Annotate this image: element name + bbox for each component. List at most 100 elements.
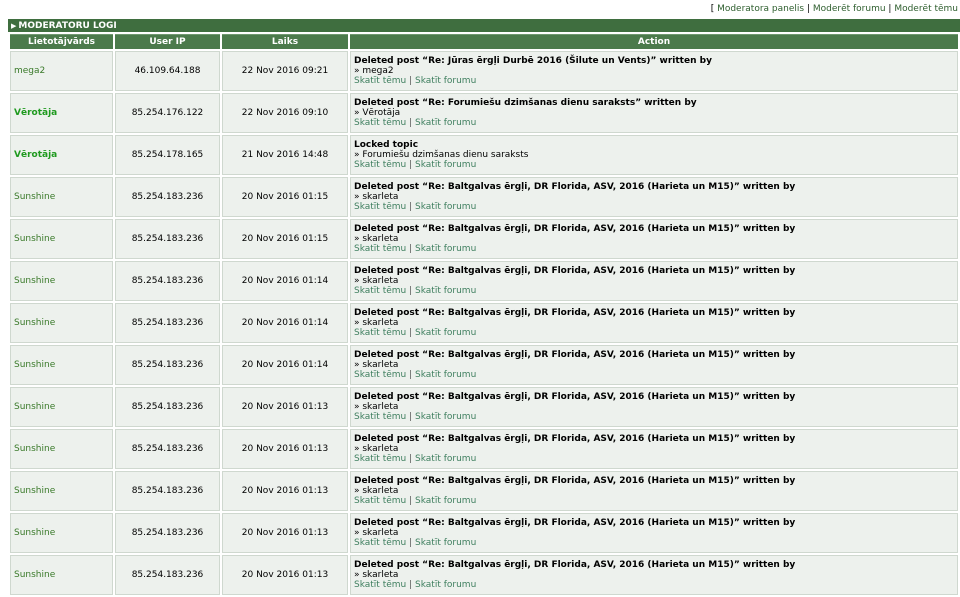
- row-username[interactable]: Sunshine: [10, 513, 113, 553]
- moderate-topic-link[interactable]: Moderēt tēmu: [894, 4, 958, 14]
- row-username[interactable]: mega2: [10, 51, 113, 91]
- action-detail: » skarleta: [354, 234, 399, 244]
- view-forum-link[interactable]: Skatīt forumu: [415, 496, 476, 506]
- row-username[interactable]: Sunshine: [10, 345, 113, 385]
- action-description: Locked topic: [354, 140, 419, 150]
- row-action: Deleted post “Re: Baltgalvas ērgļi, DR F…: [350, 345, 958, 385]
- view-forum-link[interactable]: Skatīt forumu: [415, 328, 476, 338]
- action-description: Deleted post “Re: Baltgalvas ērgļi, DR F…: [354, 182, 796, 192]
- row-user-ip: 85.254.183.236: [115, 303, 220, 343]
- column-header-username[interactable]: Lietotājvārds: [10, 34, 113, 49]
- row-time: 21 Nov 2016 14:48: [222, 135, 348, 175]
- action-links: Skatīt tēmu | Skatīt forumu: [354, 328, 954, 338]
- row-action: Deleted post “Re: Baltgalvas ērgļi, DR F…: [350, 471, 958, 511]
- row-username[interactable]: Sunshine: [10, 429, 113, 469]
- row-username[interactable]: Sunshine: [10, 387, 113, 427]
- row-username[interactable]: Sunshine: [10, 471, 113, 511]
- row-action: Deleted post “Re: Baltgalvas ērgļi, DR F…: [350, 177, 958, 217]
- table-row: Sunshine 85.254.183.236 20 Nov 2016 01:14 D…: [10, 303, 958, 343]
- link-separator: |: [406, 454, 416, 464]
- view-topic-link[interactable]: Skatīt tēmu: [354, 538, 406, 548]
- row-action: Deleted post “Re: Baltgalvas ērgļi, DR F…: [350, 513, 958, 553]
- action-links: Skatīt tēmu | Skatīt forumu: [354, 580, 954, 590]
- view-forum-link[interactable]: Skatīt forumu: [415, 412, 476, 422]
- row-time: 20 Nov 2016 01:15: [222, 219, 348, 259]
- row-username[interactable]: Sunshine: [10, 555, 113, 595]
- moderate-forum-link[interactable]: Moderēt forumu: [813, 4, 886, 14]
- link-separator: |: [406, 370, 416, 380]
- view-topic-link[interactable]: Skatīt tēmu: [354, 202, 406, 212]
- column-header-action[interactable]: Action: [350, 34, 958, 49]
- row-username[interactable]: Sunshine: [10, 219, 113, 259]
- view-forum-link[interactable]: Skatīt forumu: [415, 118, 476, 128]
- moderator-panel-link[interactable]: Moderatora panelis: [717, 4, 804, 14]
- view-forum-link[interactable]: Skatīt forumu: [415, 160, 476, 170]
- row-time: 20 Nov 2016 01:15: [222, 177, 348, 217]
- view-forum-link[interactable]: Skatīt forumu: [415, 454, 476, 464]
- section-title: MODERATORU LOGI: [18, 21, 117, 31]
- row-username[interactable]: Vērotāja: [10, 93, 113, 133]
- action-description: Deleted post “Re: Baltgalvas ērgļi, DR F…: [354, 560, 796, 570]
- action-description: Deleted post “Re: Baltgalvas ērgļi, DR F…: [354, 518, 796, 528]
- row-time: 22 Nov 2016 09:21: [222, 51, 348, 91]
- view-topic-link[interactable]: Skatīt tēmu: [354, 370, 406, 380]
- row-action: Deleted post “Re: Baltgalvas ērgļi, DR F…: [350, 555, 958, 595]
- action-description: Deleted post “Re: Baltgalvas ērgļi, DR F…: [354, 476, 796, 486]
- view-topic-link[interactable]: Skatīt tēmu: [354, 76, 406, 86]
- table-row: Sunshine 85.254.183.236 20 Nov 2016 01:15 D…: [10, 177, 958, 217]
- view-forum-link[interactable]: Skatīt forumu: [415, 580, 476, 590]
- action-description: Deleted post “Re: Baltgalvas ērgļi, DR F…: [354, 308, 796, 318]
- table-row: Sunshine 85.254.183.236 20 Nov 2016 01:14 D…: [10, 261, 958, 301]
- row-time: 20 Nov 2016 01:14: [222, 261, 348, 301]
- view-forum-link[interactable]: Skatīt forumu: [415, 286, 476, 296]
- view-topic-link[interactable]: Skatīt tēmu: [354, 454, 406, 464]
- row-time: 22 Nov 2016 09:10: [222, 93, 348, 133]
- moderator-nav: [ Moderatora panelis | Moderēt forumu | …: [0, 0, 960, 19]
- view-forum-link[interactable]: Skatīt forumu: [415, 244, 476, 254]
- view-forum-link[interactable]: Skatīt forumu: [415, 538, 476, 548]
- column-header-time[interactable]: Laiks: [222, 34, 348, 49]
- link-separator: |: [406, 160, 416, 170]
- link-separator: |: [406, 496, 416, 506]
- view-forum-link[interactable]: Skatīt forumu: [415, 202, 476, 212]
- row-username[interactable]: Sunshine: [10, 261, 113, 301]
- row-user-ip: 85.254.183.236: [115, 177, 220, 217]
- row-action: Deleted post “Re: Baltgalvas ērgļi, DR F…: [350, 429, 958, 469]
- view-topic-link[interactable]: Skatīt tēmu: [354, 328, 406, 338]
- row-action: Deleted post “Re: Baltgalvas ērgļi, DR F…: [350, 261, 958, 301]
- action-links: Skatīt tēmu | Skatīt forumu: [354, 118, 954, 128]
- link-separator: |: [406, 328, 416, 338]
- row-username[interactable]: Sunshine: [10, 303, 113, 343]
- view-forum-link[interactable]: Skatīt forumu: [415, 76, 476, 86]
- column-header-user-ip[interactable]: User IP: [115, 34, 220, 49]
- row-user-ip: 85.254.183.236: [115, 555, 220, 595]
- table-row: Sunshine 85.254.183.236 20 Nov 2016 01:13 D…: [10, 555, 958, 595]
- action-description: Deleted post “Re: Baltgalvas ērgļi, DR F…: [354, 350, 796, 360]
- link-separator: |: [406, 244, 416, 254]
- action-detail: » skarleta: [354, 486, 399, 496]
- view-topic-link[interactable]: Skatīt tēmu: [354, 160, 406, 170]
- row-user-ip: 85.254.176.122: [115, 93, 220, 133]
- link-separator: |: [406, 76, 416, 86]
- action-detail: » skarleta: [354, 570, 399, 580]
- nav-separator: |: [804, 4, 813, 14]
- table-row: Sunshine 85.254.183.236 20 Nov 2016 01:13 D…: [10, 471, 958, 511]
- action-detail: » mega2: [354, 66, 394, 76]
- table-row: Sunshine 85.254.183.236 20 Nov 2016 01:13 D…: [10, 513, 958, 553]
- view-topic-link[interactable]: Skatīt tēmu: [354, 412, 406, 422]
- view-forum-link[interactable]: Skatīt forumu: [415, 370, 476, 380]
- view-topic-link[interactable]: Skatīt tēmu: [354, 118, 406, 128]
- row-username[interactable]: Sunshine: [10, 177, 113, 217]
- row-user-ip: 85.254.183.236: [115, 219, 220, 259]
- row-username[interactable]: Vērotāja: [10, 135, 113, 175]
- view-topic-link[interactable]: Skatīt tēmu: [354, 580, 406, 590]
- row-time: 20 Nov 2016 01:13: [222, 555, 348, 595]
- link-separator: |: [406, 202, 416, 212]
- action-detail: » skarleta: [354, 318, 399, 328]
- row-user-ip: 85.254.183.236: [115, 345, 220, 385]
- row-action: Deleted post “Re: Baltgalvas ērgļi, DR F…: [350, 303, 958, 343]
- row-action: Locked topic» Forumiešu dzimšanas dienu …: [350, 135, 958, 175]
- view-topic-link[interactable]: Skatīt tēmu: [354, 496, 406, 506]
- view-topic-link[interactable]: Skatīt tēmu: [354, 244, 406, 254]
- view-topic-link[interactable]: Skatīt tēmu: [354, 286, 406, 296]
